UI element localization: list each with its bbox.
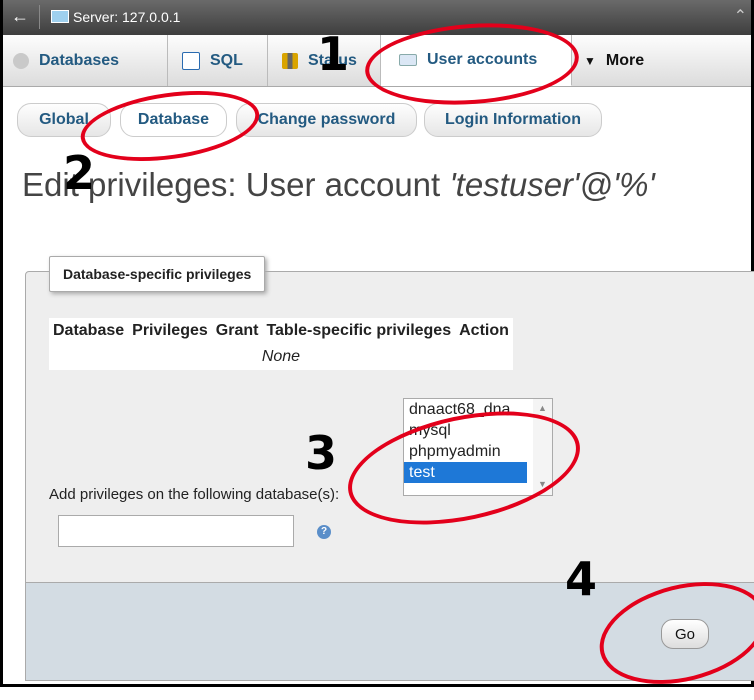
database-icon [13, 52, 29, 69]
table-row: None [49, 344, 513, 370]
tab-label: More [605, 51, 645, 69]
sql-icon [182, 51, 200, 70]
database-name-input[interactable] [58, 515, 294, 547]
divider [39, 5, 40, 29]
help-icon[interactable]: ? [317, 525, 331, 539]
tab-label: SQL [210, 51, 243, 69]
subtab-login-information[interactable]: Login Information [424, 103, 602, 137]
fieldset-legend: Database-specific privileges [49, 256, 266, 292]
page-title-account: 'testuser'@'%' [449, 166, 655, 203]
collapse-icon[interactable]: ⌃ [734, 6, 747, 26]
tab-sql[interactable]: SQL [168, 35, 268, 86]
step-number-3: 3 [305, 426, 338, 480]
step-number-1: 1 [317, 27, 350, 81]
column-header-grant: Grant [211, 318, 263, 344]
privileges-table: Database Privileges Grant Table-specific… [49, 318, 513, 370]
server-icon [51, 10, 69, 23]
step-number-4: 4 [565, 552, 598, 606]
status-chart-icon [282, 52, 298, 69]
column-header-database: Database [49, 318, 129, 344]
subtab-change-password[interactable]: Change password [236, 103, 417, 137]
server-breadcrumb-bar: ← Server: 127.0.0.1 ⌃ [3, 0, 751, 35]
server-label[interactable]: Server: 127.0.0.1 [73, 9, 180, 25]
column-header-privileges: Privileges [128, 318, 212, 344]
add-privileges-label: Add privileges on the following database… [49, 486, 340, 503]
step-number-2: 2 [63, 146, 96, 200]
tab-databases[interactable]: Databases [3, 35, 168, 86]
column-header-table-privileges: Table-specific privileges [262, 318, 456, 344]
tab-more[interactable]: ▼ More [572, 35, 664, 86]
scroll-up-icon[interactable]: ▲ [538, 403, 547, 413]
back-arrow-icon[interactable]: ← [11, 6, 29, 26]
page-title: Edit privileges: User account 'testuser'… [22, 166, 655, 204]
column-header-action: Action [455, 318, 513, 344]
tab-label: Databases [39, 51, 120, 69]
empty-cell: None [49, 344, 513, 370]
dropdown-triangle-icon: ▼ [584, 53, 596, 68]
